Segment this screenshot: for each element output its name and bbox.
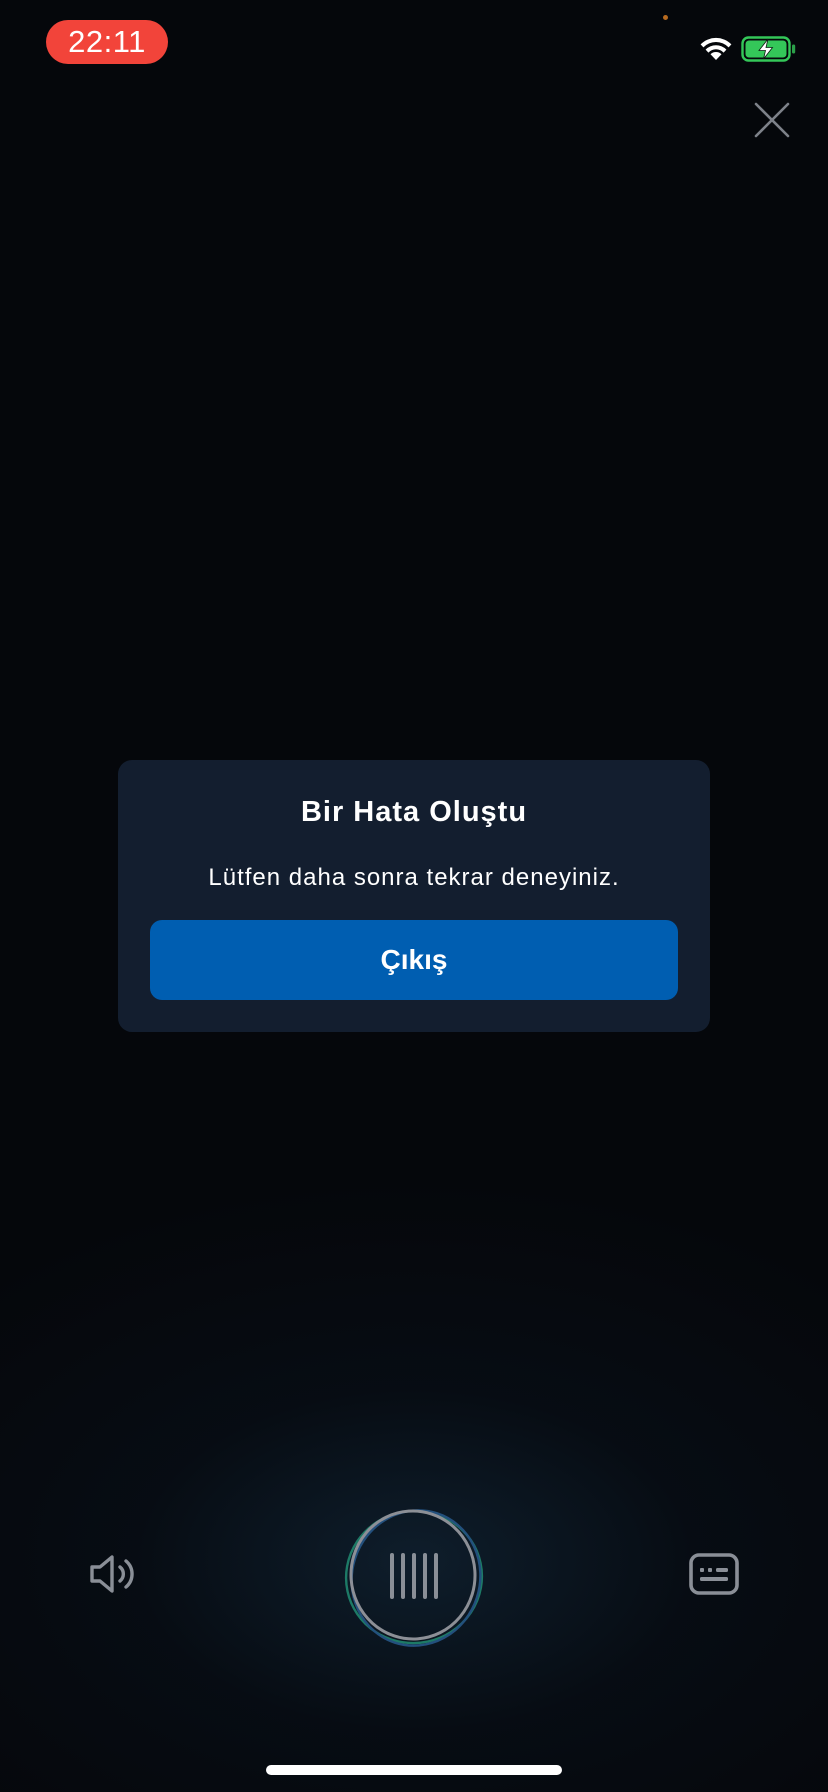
wifi-icon xyxy=(700,37,732,60)
error-dialog: Bir Hata Oluştu Lütfen daha sonra tekrar… xyxy=(118,760,710,1032)
home-indicator[interactable] xyxy=(266,1765,562,1775)
speaker-icon[interactable] xyxy=(88,1552,140,1596)
dialog-message: Lütfen daha sonra tekrar deneyiniz. xyxy=(208,864,620,891)
close-icon[interactable] xyxy=(752,100,792,140)
status-time: 22:11 xyxy=(46,20,168,64)
voice-bars-icon[interactable] xyxy=(340,1502,488,1650)
dialog-title: Bir Hata Oluştu xyxy=(300,796,528,828)
battery-charging-icon xyxy=(741,36,796,62)
voice-assistant-screen: 22:11 Bir Hata Oluştu Lütfen daha sonra … xyxy=(0,0,828,1792)
privacy-indicator-dot xyxy=(663,15,668,20)
keyboard-icon[interactable] xyxy=(688,1552,740,1596)
exit-button[interactable]: Çıkış xyxy=(150,920,678,1000)
